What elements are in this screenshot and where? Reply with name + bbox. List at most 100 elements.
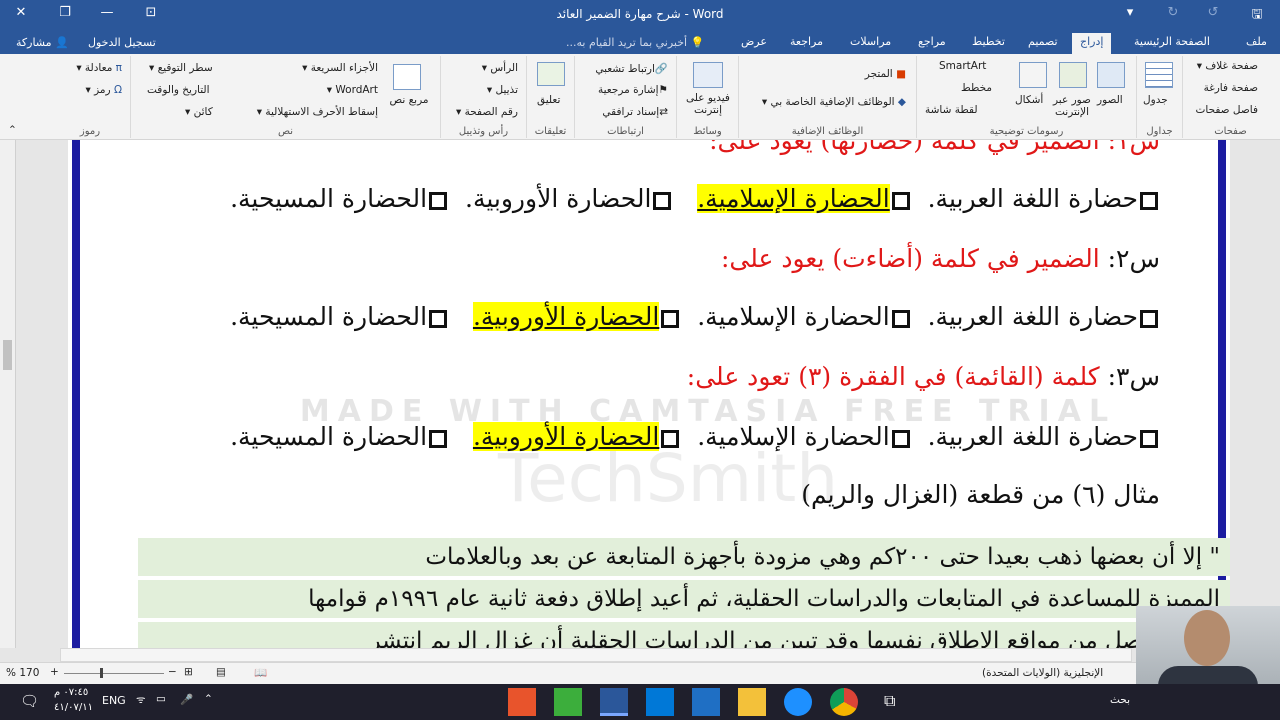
checkbox[interactable]	[1140, 309, 1158, 328]
minimize-button[interactable]: —	[92, 5, 122, 25]
pictures-button[interactable]: الصور	[1097, 94, 1123, 106]
symbol-button[interactable]: Ω رمز ▾	[86, 84, 122, 96]
online-pictures-icon[interactable]	[1059, 62, 1087, 88]
checkbox[interactable]	[891, 429, 910, 448]
equation-button[interactable]: π معادلة ▾	[76, 62, 122, 74]
signature-line-button[interactable]: سطر التوقيع ▾	[149, 62, 213, 74]
input-language[interactable]: ENG	[102, 694, 126, 707]
page-number-button[interactable]: رقم الصفحة ▾	[456, 106, 518, 118]
mail-icon[interactable]	[646, 688, 674, 716]
header-button[interactable]: الرأس ▾	[482, 62, 518, 74]
checkbox[interactable]	[1140, 191, 1158, 210]
drop-cap-button[interactable]: إسقاط الأحرف الاستهلالية ▾	[257, 106, 378, 118]
restore-button[interactable]: ❐	[50, 5, 80, 25]
text-box-button[interactable]: مربع نص	[389, 94, 429, 106]
chrome-icon[interactable]	[830, 688, 858, 716]
network-icon[interactable]: ᯤ	[136, 693, 146, 707]
comment-icon[interactable]	[537, 62, 565, 86]
web-layout-icon[interactable]: ⊞	[184, 666, 193, 678]
ribbon-display-options-button[interactable]: ⊡	[136, 5, 166, 25]
checkbox[interactable]	[891, 309, 910, 328]
file-explorer-icon[interactable]	[738, 688, 766, 716]
checkbox[interactable]	[661, 309, 680, 328]
tab-references[interactable]: مراجع	[910, 33, 954, 54]
tab-file[interactable]: ملف	[1238, 33, 1275, 54]
tab-insert[interactable]: إدراج	[1072, 33, 1112, 54]
edge-icon[interactable]	[784, 688, 812, 716]
tab-mailings[interactable]: مراسلات	[842, 33, 899, 54]
horizontal-scrollbar[interactable]	[60, 648, 1132, 662]
online-video-icon[interactable]	[693, 62, 723, 88]
my-addins-button[interactable]: ◆ الوظائف الإضافية الخاصة بي ▾	[762, 96, 906, 108]
search-box[interactable]: بحث	[1110, 694, 1130, 706]
close-button[interactable]: ✕	[6, 5, 36, 25]
smartart-button[interactable]: SmartArt	[939, 60, 986, 72]
print-layout-icon[interactable]: ▤	[216, 666, 226, 678]
customize-qat-icon[interactable]: ▾	[1115, 5, 1145, 25]
table-icon[interactable]	[1145, 62, 1173, 88]
zoom-level[interactable]: 170 %	[6, 667, 39, 679]
clock-time[interactable]: ٠٧:٤٥ م	[54, 687, 88, 698]
checkbox[interactable]	[891, 191, 910, 210]
store-button[interactable]: ■ المتجر	[865, 68, 906, 80]
clock-date[interactable]: ٤١/٠٧/١١	[54, 702, 93, 713]
table-button[interactable]: جدول	[1143, 94, 1168, 106]
read-mode-icon[interactable]: 📖	[254, 666, 267, 679]
save-icon[interactable]: 🖫	[1242, 5, 1272, 25]
battery-icon[interactable]: ▭	[156, 693, 166, 705]
tab-layout[interactable]: تخطيط	[964, 33, 1013, 54]
hyperlink-button[interactable]: 🔗ارتباط تشعبي	[595, 62, 668, 75]
zoom-in-icon[interactable]: −	[168, 666, 177, 678]
chart-button[interactable]: مخطط	[961, 82, 992, 94]
document-page[interactable]: TechSmith MADE WITH CAMTASIA FREE TRIAL …	[68, 140, 1230, 648]
footer-button[interactable]: تذييل ▾	[487, 84, 518, 96]
sign-in-link[interactable]: تسجيل الدخول	[88, 36, 156, 49]
vertical-scrollbar[interactable]	[0, 140, 16, 648]
object-button[interactable]: كائن ▾	[185, 106, 213, 118]
checkbox[interactable]	[429, 191, 448, 210]
wordart-button[interactable]: WordArt ▾	[327, 84, 378, 96]
online-pictures-button[interactable]: صور عبر الإنترنت	[1047, 94, 1097, 118]
undo-icon[interactable]: ↺	[1198, 5, 1228, 25]
page-break-button[interactable]: فاصل صفحات	[1195, 104, 1258, 116]
notifications-icon[interactable]: 🗨	[20, 692, 39, 710]
comment-button[interactable]: تعليق	[537, 94, 560, 106]
tell-me-input[interactable]: 💡 أخبرني بما تريد القيام به...	[566, 36, 704, 49]
screenshot-button[interactable]: لقطة شاشة	[925, 104, 978, 116]
bookmark-button[interactable]: ⚑إشارة مرجعية	[598, 84, 668, 96]
blank-page-button[interactable]: صفحة فارغة	[1204, 82, 1258, 94]
zoom-slider-thumb[interactable]	[100, 668, 103, 678]
checkbox[interactable]	[661, 429, 680, 448]
cover-page-button[interactable]: صفحة غلاف ▾	[1197, 60, 1258, 72]
show-hidden-icons[interactable]: ⌃	[204, 693, 213, 705]
checkbox[interactable]	[429, 429, 448, 448]
zoom-out-icon[interactable]: +	[50, 666, 59, 678]
tab-view[interactable]: عرض	[733, 33, 775, 54]
store-icon[interactable]	[692, 688, 720, 716]
camtasia-recorder-icon[interactable]	[508, 688, 536, 716]
checkbox[interactable]	[1140, 429, 1158, 448]
word-icon[interactable]	[600, 688, 628, 716]
tab-design[interactable]: تصميم	[1020, 33, 1066, 54]
date-time-button[interactable]: التاريخ والوقت	[147, 84, 210, 96]
online-video-button[interactable]: فيديو على إنترنت	[679, 92, 737, 116]
checkbox[interactable]	[653, 191, 672, 210]
shapes-button[interactable]: أشكال	[1015, 94, 1043, 106]
shapes-icon[interactable]	[1019, 62, 1047, 88]
text-box-icon[interactable]	[393, 64, 421, 90]
checkbox[interactable]	[429, 309, 448, 328]
quick-parts-button[interactable]: الأجزاء السريعة ▾	[302, 62, 378, 74]
language-indicator[interactable]: الإنجليزية (الولايات المتحدة)	[982, 667, 1103, 679]
cross-reference-button[interactable]: ⇄إسناد ترافقي	[602, 106, 668, 118]
scroll-thumb[interactable]	[3, 340, 12, 370]
camtasia-editor-icon[interactable]	[554, 688, 582, 716]
task-view-icon[interactable]: ⧉	[884, 691, 895, 711]
microphone-icon[interactable]: 🎤	[180, 693, 193, 706]
tab-home[interactable]: الصفحة الرئيسية	[1126, 33, 1218, 54]
redo-icon[interactable]: ↻	[1158, 5, 1188, 25]
share-button[interactable]: 👤 مشاركة	[16, 36, 69, 49]
pictures-icon[interactable]	[1097, 62, 1125, 88]
zoom-slider[interactable]	[64, 673, 164, 674]
collapse-ribbon-icon[interactable]: ⌃	[8, 124, 17, 136]
tab-review[interactable]: مراجعة	[782, 33, 831, 54]
